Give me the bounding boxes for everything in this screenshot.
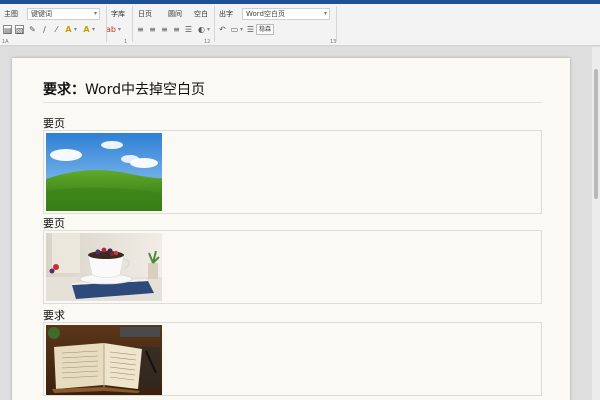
image-frame[interactable] <box>43 230 542 304</box>
format-painter-icon[interactable]: ▧ <box>15 25 24 35</box>
align-left-icon[interactable]: ≡ <box>136 25 145 34</box>
shading-icon[interactable]: ◐ <box>197 25 206 34</box>
search-input[interactable]: Word空白页 ▾ <box>242 8 330 20</box>
justify-icon[interactable]: ≡ <box>172 25 181 34</box>
paste-icon[interactable]: ▤ <box>3 25 12 35</box>
line-icon[interactable]: ⁄ <box>52 25 61 34</box>
ribbon-divider <box>132 6 133 42</box>
ribbon-divider <box>214 6 215 42</box>
section-label: 要页 <box>43 117 65 130</box>
section-label: 要页 <box>43 217 65 230</box>
ribbon-divider <box>106 6 107 42</box>
scrollbar-thumb[interactable] <box>594 69 598 199</box>
ribbon-icon-row: ▤ ▧ ✎ ∕ ⁄ A ▾ A ▾ ab ▾ ≡ ≡ ≡ ≡ ☰ ◐ ▾ ↶ ▭… <box>0 24 600 37</box>
tab-blank[interactable]: 空白 <box>194 7 208 21</box>
border-icon[interactable]: ▭ <box>230 25 239 34</box>
undo-icon[interactable]: ↶ <box>218 25 227 34</box>
tab-page[interactable]: 日页 <box>138 7 152 21</box>
document-canvas[interactable]: 要求：Word中去掉空白页 要页 要页 要求 <box>0 47 592 400</box>
ribbon-toolbar: 主图 键键词 ▾ 字库 日页 圆间 空白 出字 Word空白页 ▾ ▤ ▧ ✎ … <box>0 4 600 46</box>
image-frame[interactable] <box>43 130 542 214</box>
tab-spacing[interactable]: 圆间 <box>168 7 182 21</box>
align-right-icon[interactable]: ≡ <box>160 25 169 34</box>
format-button[interactable]: 稳森 <box>256 24 275 35</box>
tab-output[interactable]: 出字 <box>219 7 233 21</box>
chevron-down-icon[interactable]: ▾ <box>94 9 97 19</box>
brush-icon[interactable]: ∕ <box>40 25 49 34</box>
pen-icon[interactable]: ✎ <box>28 25 37 34</box>
highlight-color-icon[interactable]: A <box>64 25 73 34</box>
list-icon[interactable]: ☰ <box>246 25 255 34</box>
coffee-cup-image[interactable] <box>46 233 162 301</box>
font-color-icon[interactable]: A <box>82 25 91 34</box>
text-effect-icon[interactable]: ab <box>106 25 116 34</box>
hill-landscape-image[interactable] <box>46 133 162 211</box>
title-divider <box>43 102 542 103</box>
line-spacing-icon[interactable]: ☰ <box>184 25 193 34</box>
ribbon-group-labels: 1A 1 12 13 <box>2 39 337 45</box>
page-title: 要求：Word中去掉空白页 <box>43 82 205 98</box>
document-page[interactable]: 要求：Word中去掉空白页 要页 要页 要求 <box>12 58 570 400</box>
ribbon-divider <box>336 6 337 42</box>
tab-font[interactable]: 字库 <box>111 7 125 21</box>
vertical-scrollbar[interactable] <box>592 47 600 400</box>
chevron-down-icon[interactable]: ▾ <box>73 25 78 34</box>
image-frame[interactable] <box>43 322 542 396</box>
tab-home[interactable]: 主图 <box>4 7 18 21</box>
keyword-input[interactable]: 键键词 ▾ <box>27 8 100 20</box>
chevron-down-icon[interactable]: ▾ <box>206 25 211 34</box>
section-label: 要求 <box>43 309 65 322</box>
ribbon-top-row: 主图 键键词 ▾ 字库 日页 圆间 空白 出字 Word空白页 ▾ <box>0 7 600 21</box>
chevron-down-icon[interactable]: ▾ <box>91 25 96 34</box>
chevron-down-icon[interactable]: ▾ <box>324 9 327 19</box>
chevron-down-icon[interactable]: ▾ <box>239 25 244 34</box>
open-book-image[interactable] <box>46 325 162 395</box>
align-center-icon[interactable]: ≡ <box>148 25 157 34</box>
chevron-down-icon[interactable]: ▾ <box>117 25 122 34</box>
